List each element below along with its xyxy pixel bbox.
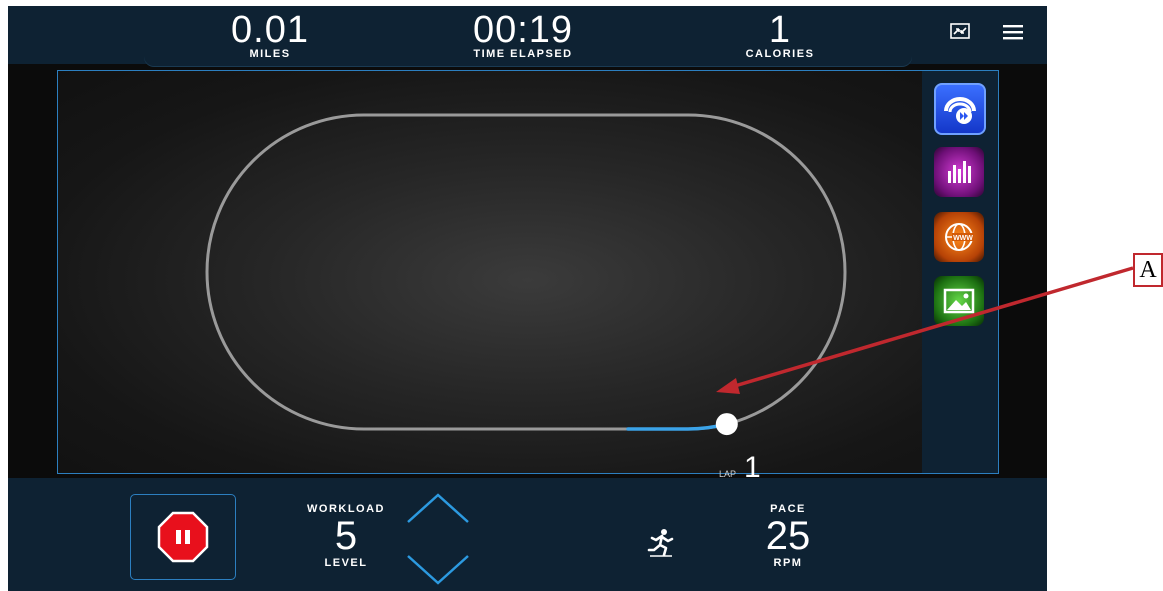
- calories-label: CALORIES: [745, 48, 815, 60]
- time-label: TIME ELAPSED: [473, 48, 573, 60]
- calories-value: 1: [768, 9, 792, 51]
- treadmill-app: 0.01 MILES 00:19 TIME ELAPSED 1 CALORIES: [8, 6, 1047, 591]
- bottom-control-bar: WORKLOAD 5 LEVEL PACE 25 RPM: [8, 478, 1047, 591]
- stop-button[interactable]: [130, 494, 236, 580]
- scenery-icon[interactable]: [934, 276, 984, 326]
- distance-value: 0.01: [231, 9, 309, 51]
- svg-text:WWW: WWW: [953, 235, 973, 242]
- app-launcher: WWW: [922, 71, 998, 473]
- calories-stat: 1 CALORIES: [730, 10, 830, 60]
- stop-pause-icon: [157, 511, 209, 563]
- lap-progress-arc: [626, 422, 729, 431]
- workload-value: 5: [334, 514, 358, 558]
- swap-display-icon[interactable]: [950, 22, 970, 45]
- workload-decrease-button[interactable]: [406, 552, 470, 586]
- chevron-down-icon: [407, 555, 469, 585]
- runner-position-marker: [715, 413, 738, 436]
- chevron-up-icon: [407, 493, 469, 523]
- pace-unit: RPM: [773, 557, 803, 569]
- workload-increase-button[interactable]: [406, 492, 470, 524]
- track-svg: [205, 113, 847, 436]
- time-stat: 00:19 TIME ELAPSED: [448, 10, 598, 60]
- time-value: 00:19: [472, 9, 574, 51]
- track-view: LAP 1 WWW: [57, 70, 999, 484]
- runner-icon: [646, 528, 676, 558]
- performance-stats-icon[interactable]: [934, 147, 984, 197]
- top-bar: 0.01 MILES 00:19 TIME ELAPSED 1 CALORIES: [8, 6, 1047, 66]
- distance-stat: 0.01 MILES: [220, 10, 320, 60]
- annotation-callout: A: [1133, 253, 1163, 287]
- workload-display: WORKLOAD 5 LEVEL: [296, 503, 396, 569]
- pace-display: PACE 25 RPM: [738, 503, 838, 569]
- web-browser-icon[interactable]: WWW: [934, 212, 984, 262]
- workout-programs-icon[interactable]: [934, 83, 986, 135]
- pace-value: 25: [765, 514, 811, 558]
- hamburger-menu-icon[interactable]: [1003, 23, 1023, 46]
- track-oval: [205, 113, 847, 431]
- workload-unit: LEVEL: [324, 557, 368, 569]
